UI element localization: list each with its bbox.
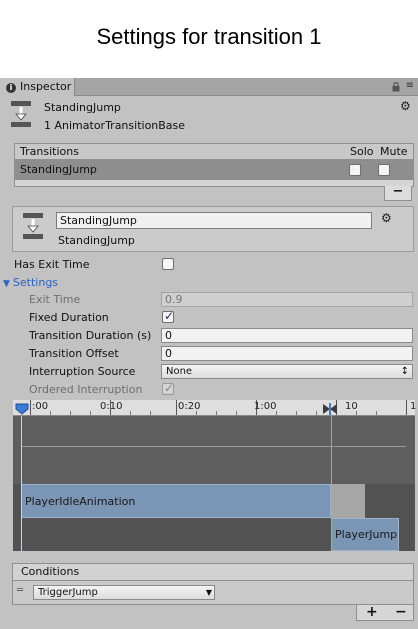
tab-label: Inspector — [20, 80, 72, 93]
condition-parameter-value: TriggerJump — [38, 587, 98, 598]
has-exit-time-checkbox[interactable] — [162, 258, 174, 270]
transitions-header: Transitions Solo Mute — [14, 143, 414, 160]
transition-offset-field[interactable]: 0 — [161, 346, 413, 361]
state-a-label: PlayerIdleAnimation — [25, 495, 136, 508]
ruler-tick-label: 10 — [345, 401, 358, 412]
has-exit-time-label: Has Exit Time — [14, 258, 90, 271]
ruler-tick-label: :00 — [32, 401, 49, 412]
dropdown-arrow-icon: ▼ — [205, 588, 212, 597]
transition-subtitle: StandingJump — [58, 234, 135, 247]
solo-checkbox[interactable] — [349, 164, 361, 176]
transition-duration-field[interactable]: 0 — [161, 328, 413, 343]
transition-icon — [11, 101, 31, 127]
interruption-source-dropdown[interactable]: None ↕ — [161, 364, 413, 379]
exit-time-field: 0.9 — [161, 292, 413, 307]
mute-checkbox[interactable] — [378, 164, 390, 176]
transition-offset-label: Transition Offset — [29, 347, 119, 360]
transition-row-name: StandingJump — [20, 163, 97, 176]
remove-condition-button[interactable]: − — [395, 604, 407, 620]
state-b-label: PlayerJump — [335, 528, 398, 541]
remove-transition-button[interactable]: − — [384, 185, 412, 201]
gear-icon[interactable]: ⚙ — [400, 99, 411, 113]
transition-duration-label: Transition Duration (s) — [29, 329, 152, 342]
ruler-tick-label: 0:20 — [178, 401, 201, 412]
fixed-duration-label: Fixed Duration — [29, 311, 109, 324]
transition-name-input[interactable]: StandingJump — [56, 212, 372, 229]
panel-menu-icon[interactable]: ≡ — [406, 80, 414, 91]
tab-inspector[interactable]: i Inspector — [0, 78, 75, 96]
fixed-duration-checkbox[interactable] — [162, 309, 174, 323]
transition-overlap-bar[interactable] — [331, 484, 365, 518]
start-marker-icon[interactable] — [15, 402, 29, 415]
dropdown-arrows-icon: ↕ — [400, 366, 409, 377]
transition-handle-icon[interactable] — [322, 403, 338, 415]
add-condition-button[interactable]: + — [366, 604, 378, 620]
lock-icon[interactable] — [392, 82, 400, 92]
object-type: 1 AnimatorTransitionBase — [44, 119, 186, 132]
ordered-interruption-label: Ordered Interruption — [29, 383, 143, 396]
solo-label: Solo — [350, 145, 374, 158]
object-name: StandingJump — [44, 101, 121, 114]
condition-parameter-dropdown[interactable]: TriggerJump ▼ — [33, 585, 215, 600]
foldout-arrow-icon: ▼ — [3, 279, 10, 289]
drag-handle-icon[interactable]: ═ — [17, 585, 23, 596]
start-marker-line — [21, 416, 22, 551]
mute-label: Mute — [380, 145, 408, 158]
interruption-source-value: None — [166, 366, 193, 377]
info-icon: i — [6, 83, 16, 93]
page-caption: Settings for transition 1 — [96, 24, 322, 49]
ruler-tick-label: 0:10 — [100, 401, 123, 412]
timeline-curve-area — [13, 416, 415, 484]
curve-line — [21, 446, 406, 447]
settings-foldout-label: Settings — [12, 276, 59, 289]
transition-icon — [23, 213, 43, 239]
interruption-source-label: Interruption Source — [29, 365, 136, 378]
settings-foldout[interactable]: ▼ Settings — [3, 276, 58, 289]
transitions-list-footer — [14, 180, 414, 187]
timeline-ruler: :00 0:10 0:20 1:00 10 1 — [13, 400, 417, 416]
exit-time-label: Exit Time — [29, 293, 81, 306]
transitions-header-label: Transitions — [20, 145, 79, 158]
ordered-interruption-checkbox — [162, 381, 174, 395]
gear-icon[interactable]: ⚙ — [381, 211, 392, 225]
ruler-tick-label: 1:00 — [254, 401, 277, 412]
transition-marker-line — [331, 416, 332, 551]
conditions-header: Conditions — [12, 563, 414, 581]
ruler-tick-label: 1 — [410, 401, 417, 412]
